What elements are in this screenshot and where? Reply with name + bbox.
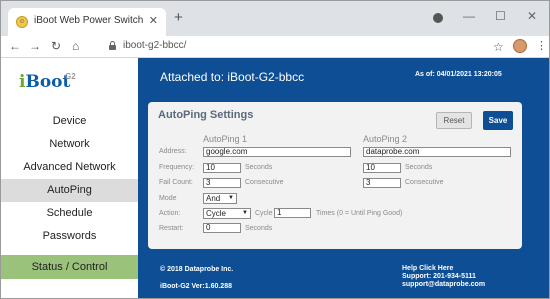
- sidebar-item-device[interactable]: Device: [1, 110, 138, 133]
- autoping-2-heading: AutoPing 2: [363, 134, 408, 144]
- forward-icon[interactable]: →: [29, 39, 41, 53]
- autoping-2-address-input[interactable]: dataprobe.com: [363, 147, 511, 157]
- frequency-label: Frequency:: [159, 164, 195, 171]
- copyright-text: © 2018 Dataprobe Inc.: [160, 266, 234, 273]
- cycle-count-input[interactable]: 1: [274, 208, 311, 218]
- save-button[interactable]: Save: [483, 111, 513, 130]
- autoping-2-frequency-input[interactable]: 10: [363, 163, 401, 173]
- action-select-value: Cycle: [206, 209, 227, 218]
- back-icon[interactable]: ←: [9, 39, 21, 53]
- autoping-1-heading: AutoPing 1: [203, 134, 248, 144]
- logo-superscript: G2: [65, 72, 76, 81]
- timestamp: As of: 04/01/2021 13:20:05: [415, 71, 502, 78]
- tab-title: iBoot Web Power Switch: [34, 15, 144, 26]
- fail-count-label: Fail Count:: [159, 179, 193, 186]
- close-window-button[interactable]: ✕: [527, 9, 537, 23]
- site-favicon-icon: ☺: [16, 16, 28, 28]
- cycle-label: Cycle: [255, 210, 273, 217]
- logo-mark: iBoot: [19, 72, 71, 92]
- mode-select[interactable]: And ▼: [203, 193, 237, 204]
- browser-toolbar: ← → ↻ ⌂ iboot-g2-bbcc/: [1, 36, 549, 58]
- sidebar-item-status-control[interactable]: Status / Control: [1, 255, 138, 279]
- autoping-settings-panel: AutoPing Settings Reset Save AutoPing 1 …: [148, 102, 522, 249]
- version-text: iBoot-G2 Ver:1.60.288: [160, 283, 232, 290]
- help-link[interactable]: Help Click Here: [402, 265, 485, 273]
- minimize-button[interactable]: —: [463, 9, 475, 23]
- lock-icon[interactable]: [109, 41, 116, 50]
- autoping-1-address-input[interactable]: google.com: [203, 147, 351, 157]
- autoping-1-fail-count-input[interactable]: 3: [203, 178, 241, 188]
- attached-device-title: Attached to: iBoot-G2-bbcc: [160, 70, 305, 84]
- mode-select-value: And: [206, 194, 221, 203]
- record-icon[interactable]: [433, 13, 443, 23]
- sidebar-item-passwords[interactable]: Passwords: [1, 225, 138, 248]
- restart-label: Restart:: [159, 225, 184, 232]
- maximize-button[interactable]: ☐: [495, 9, 506, 23]
- browser-menu-icon[interactable]: ⋮: [536, 39, 547, 52]
- reload-icon[interactable]: ↻: [51, 39, 61, 53]
- support-email[interactable]: support@dataprobe.com: [402, 281, 485, 289]
- panel-title: AutoPing Settings: [158, 109, 254, 121]
- chevron-down-icon: ▼: [228, 195, 234, 201]
- sidebar-nav: Device Network Advanced Network AutoPing…: [1, 110, 138, 248]
- iboot-logo: iBoot G2: [19, 70, 129, 98]
- home-icon[interactable]: ⌂: [72, 39, 79, 53]
- times-note: Times (0 = Until Ping Good): [316, 210, 403, 217]
- profile-avatar-icon[interactable]: [513, 39, 527, 53]
- autoping-1-frequency-unit: Seconds: [245, 164, 273, 171]
- address-bar[interactable]: iboot-g2-bbcc/: [109, 38, 532, 56]
- new-tab-button[interactable]: +: [174, 10, 183, 25]
- sidebar: iBoot G2 Device Network Advanced Network…: [1, 58, 138, 298]
- browser-window: ☺ iBoot Web Power Switch ✕ + — ☐ ✕ ← → ↻…: [0, 0, 550, 299]
- restart-input[interactable]: 0: [203, 223, 241, 233]
- main-content: Attached to: iBoot-G2-bbcc As of: 04/01/…: [138, 58, 549, 298]
- browser-tab[interactable]: ☺ iBoot Web Power Switch ✕: [8, 8, 166, 36]
- tab-close-icon[interactable]: ✕: [149, 14, 158, 27]
- tab-strip: ☺ iBoot Web Power Switch ✕ + — ☐ ✕: [1, 1, 549, 36]
- reset-button[interactable]: Reset: [436, 112, 472, 129]
- sidebar-item-schedule[interactable]: Schedule: [1, 202, 138, 225]
- address-label: Address:: [159, 148, 187, 155]
- sidebar-item-autoping[interactable]: AutoPing: [1, 179, 138, 202]
- chevron-down-icon: ▼: [242, 210, 248, 216]
- support-info: Help Click Here Support: 201-934-5111 su…: [402, 265, 485, 289]
- autoping-2-fail-count-unit: Consecutive: [405, 179, 444, 186]
- mode-label: Mode: [159, 195, 177, 202]
- autoping-1-frequency-input[interactable]: 10: [203, 163, 241, 173]
- page: iBoot G2 Device Network Advanced Network…: [1, 58, 549, 298]
- url-text[interactable]: iboot-g2-bbcc/: [123, 40, 186, 51]
- action-label: Action:: [159, 210, 181, 217]
- sidebar-item-network[interactable]: Network: [1, 133, 138, 156]
- autoping-2-fail-count-input[interactable]: 3: [363, 178, 401, 188]
- autoping-2-frequency-unit: Seconds: [405, 164, 433, 171]
- support-phone: Support: 201-934-5111: [402, 273, 476, 280]
- bookmark-star-icon[interactable]: ☆: [493, 40, 504, 54]
- action-select[interactable]: Cycle ▼: [203, 208, 251, 219]
- autoping-1-fail-count-unit: Consecutive: [245, 179, 284, 186]
- sidebar-item-advanced-network[interactable]: Advanced Network: [1, 156, 138, 179]
- restart-unit: Seconds: [245, 225, 273, 232]
